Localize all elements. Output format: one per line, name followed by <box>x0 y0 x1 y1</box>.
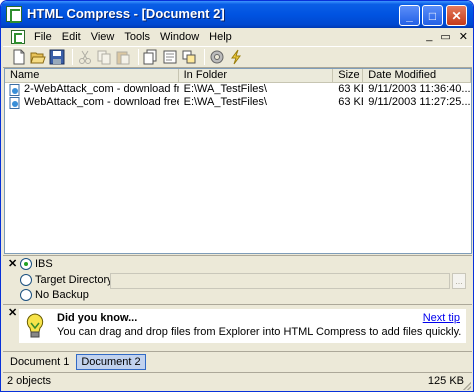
app-window: HTML Compress - [Document 2] _ □ ✕ File … <box>0 0 474 392</box>
tip-panel: ✕ Did you know... You can drag and drop … <box>3 304 472 349</box>
delete-icon[interactable] <box>143 49 159 65</box>
toolbar <box>3 46 472 68</box>
tip-title: Did you know... <box>57 312 138 324</box>
radio-no-backup-label: No Backup <box>35 289 89 301</box>
cut-icon[interactable] <box>77 49 93 65</box>
column-header-folder[interactable]: In Folder <box>179 69 334 82</box>
radio-ibs-label: IBS <box>35 258 53 270</box>
menu-tools[interactable]: Tools <box>119 31 155 43</box>
status-total-size: 125 KB <box>427 375 464 387</box>
radio-ibs[interactable]: IBS <box>20 258 53 270</box>
paste-icon[interactable] <box>115 49 131 65</box>
row-size: 63 KB <box>338 96 363 108</box>
tip-text: You can drag and drop files from Explore… <box>57 326 462 338</box>
compress-settings-icon[interactable] <box>209 49 225 65</box>
next-tip-link[interactable]: Next tip <box>423 312 460 324</box>
menu-view[interactable]: View <box>86 31 120 43</box>
row-folder: E:\WA_TestFiles\ <box>183 96 267 108</box>
minimize-button[interactable]: _ <box>399 5 420 26</box>
file-list[interactable]: Name In Folder Size Date Modified 2-WebA… <box>4 68 472 254</box>
backup-options-panel: ✕ IBS Target Directory No Backup ... <box>3 255 472 303</box>
window-title: HTML Compress - [Document 2] <box>27 6 225 21</box>
row-name: WebAttack_com - download freew... <box>24 96 179 108</box>
app-icon[interactable] <box>6 6 22 23</box>
status-bar: 2 objects 125 KB <box>3 372 472 391</box>
row-name: 2-WebAttack_com - download freew... <box>24 83 179 95</box>
mdi-restore-button[interactable]: ▭ <box>440 30 450 43</box>
options-close-icon[interactable]: ✕ <box>8 257 17 270</box>
menu-bar: File Edit View Tools Window Help _ ▭ ✕ <box>3 28 472 46</box>
target-directory-field[interactable] <box>110 273 450 289</box>
html-file-icon <box>9 96 21 109</box>
toolbar-separator <box>72 49 73 65</box>
menu-edit[interactable]: Edit <box>57 31 86 43</box>
row-date: 9/11/2003 11:36:40... <box>368 83 471 95</box>
list-header: Name In Folder Size Date Modified <box>5 69 471 83</box>
radio-target-directory-button[interactable] <box>20 274 32 286</box>
close-button[interactable]: ✕ <box>446 5 467 26</box>
menu-window[interactable]: Window <box>155 31 204 43</box>
radio-ibs-button[interactable] <box>20 258 32 270</box>
toolbar-separator <box>204 49 205 65</box>
status-object-count: 2 objects <box>7 375 52 387</box>
radio-no-backup-button[interactable] <box>20 289 32 301</box>
row-folder: E:\WA_TestFiles\ <box>183 83 267 95</box>
column-header-date[interactable]: Date Modified <box>363 69 471 82</box>
html-file-icon <box>9 83 21 96</box>
browse-button[interactable]: ... <box>452 273 466 289</box>
new-icon[interactable] <box>11 49 27 65</box>
save-icon[interactable] <box>49 49 65 65</box>
tip-box: Did you know... You can drag and drop fi… <box>19 309 466 343</box>
tip-close-icon[interactable]: ✕ <box>8 306 17 319</box>
row-size: 63 KB <box>338 83 363 95</box>
title-bar[interactable]: HTML Compress - [Document 2] _ □ ✕ <box>1 1 473 28</box>
copy-icon[interactable] <box>96 49 112 65</box>
resize-grip-icon[interactable] <box>463 382 471 390</box>
radio-no-backup[interactable]: No Backup <box>20 289 89 301</box>
row-date: 9/11/2003 11:27:25... <box>368 96 471 108</box>
radio-target-directory[interactable]: Target Directory <box>20 274 113 286</box>
toolbar-separator <box>138 49 139 65</box>
lightning-icon[interactable] <box>228 49 244 65</box>
column-header-size[interactable]: Size <box>333 69 364 82</box>
open-icon[interactable] <box>30 49 46 65</box>
radio-target-directory-label: Target Directory <box>35 274 113 286</box>
document-menu-icon[interactable] <box>11 30 25 44</box>
menu-file[interactable]: File <box>29 31 57 43</box>
mdi-minimize-button[interactable]: _ <box>426 30 432 43</box>
document-copy-icon[interactable] <box>162 49 178 65</box>
maximize-button[interactable]: □ <box>422 5 443 26</box>
mdi-close-button[interactable]: ✕ <box>459 30 468 43</box>
lightbulb-icon <box>25 313 45 339</box>
column-header-name[interactable]: Name <box>5 69 179 82</box>
menu-help[interactable]: Help <box>204 31 237 43</box>
table-row[interactable]: 2-WebAttack_com - download freew... E:\W… <box>5 83 471 96</box>
tab-document-2[interactable]: Document 2 <box>76 353 146 370</box>
table-row[interactable]: WebAttack_com - download freew... E:\WA_… <box>5 96 471 109</box>
document-tabs: Document 1 Document 2 <box>3 351 472 371</box>
documents-icon[interactable] <box>181 49 197 65</box>
tab-document-1[interactable]: Document 1 <box>6 355 73 369</box>
